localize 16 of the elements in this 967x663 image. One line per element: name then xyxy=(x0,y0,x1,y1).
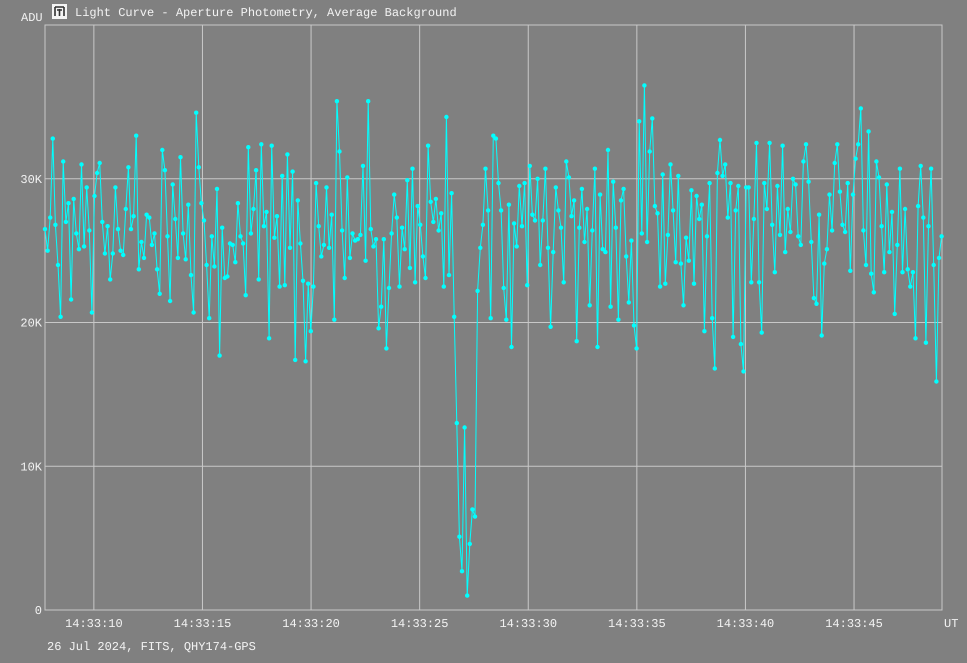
y-axis-label: ADU xyxy=(21,11,43,25)
footer-caption: 26 Jul 2024, FITS, QHY174-GPS xyxy=(47,640,256,654)
y-tick-label: 20K xyxy=(20,316,42,331)
x-tick-label: 14:33:15 xyxy=(174,617,232,631)
x-tick-label: 14:33:40 xyxy=(716,617,774,631)
x-tick-label: 14:33:10 xyxy=(65,617,123,631)
x-tick-label: 14:33:45 xyxy=(825,617,883,631)
x-tick-label: 14:33:35 xyxy=(608,617,666,631)
x-tick-label: 14:33:30 xyxy=(499,617,558,631)
x-tick-label: 14:33:20 xyxy=(282,617,340,631)
y-tick-label: 30K xyxy=(20,172,42,187)
y-tick-label: 10K xyxy=(20,460,42,474)
y-tick-label: 0 xyxy=(34,604,42,618)
window-title: Light Curve - Aperture Photometry, Average Background xyxy=(75,6,457,20)
x-axis-label: UT xyxy=(944,617,958,631)
x-tick-label: 14:33:25 xyxy=(390,617,448,631)
